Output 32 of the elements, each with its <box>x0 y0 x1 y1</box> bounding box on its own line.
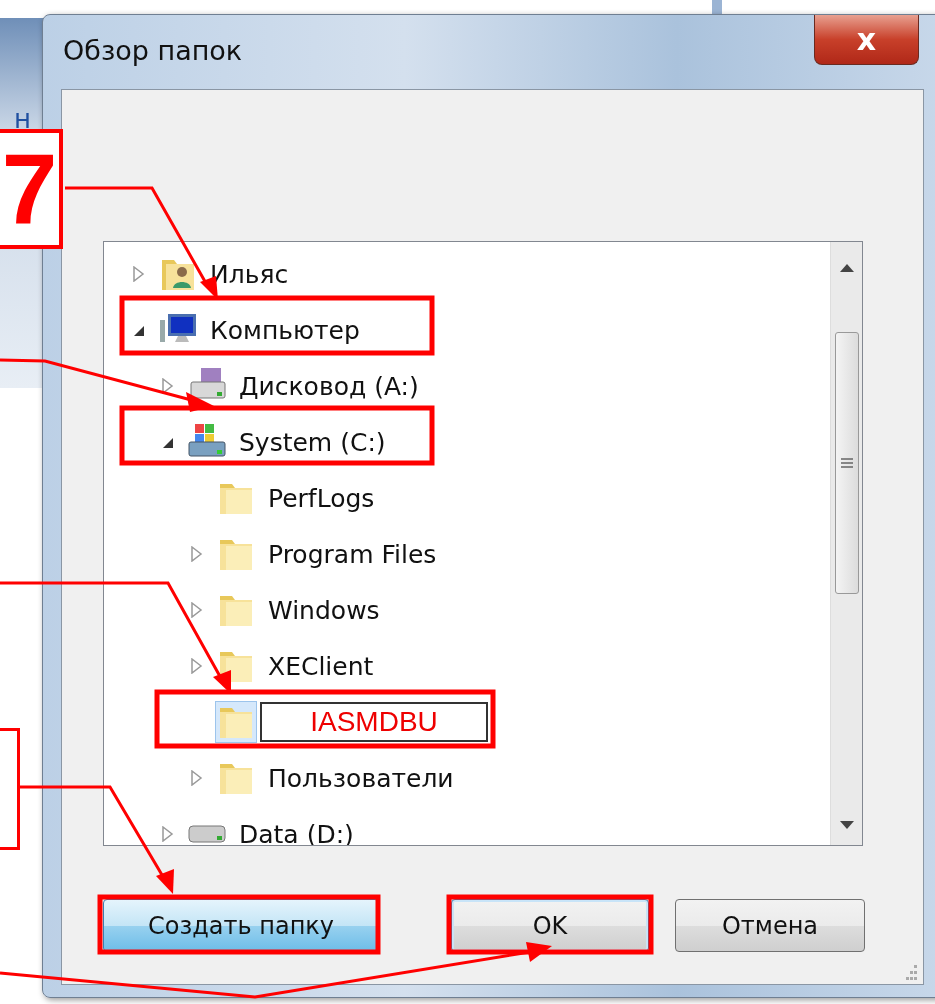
tree-item[interactable]: Дисковод (A:) <box>239 371 419 401</box>
tree-item[interactable]: Ильяс <box>210 259 289 289</box>
tree-item[interactable]: Компьютер <box>210 315 360 345</box>
drive-icon <box>188 825 226 843</box>
rename-field[interactable]: IASMDBU <box>260 702 488 742</box>
scroll-up-icon[interactable] <box>839 264 854 272</box>
expand-arrow-icon[interactable] <box>190 658 204 674</box>
step-number: 7 <box>1 139 58 239</box>
tree-item[interactable]: PerfLogs <box>268 483 375 513</box>
dialog-button[interactable]: Создать папку <box>103 899 379 952</box>
expand-arrow-icon[interactable] <box>161 826 175 842</box>
scroll-down-icon[interactable] <box>839 821 854 829</box>
close-button[interactable]: x <box>814 15 919 65</box>
expand-arrow-icon[interactable] <box>161 378 175 394</box>
window-text: н <box>14 104 31 134</box>
scrollbar-thumb[interactable] <box>834 332 859 594</box>
dialog-button[interactable]: Отмена <box>675 899 865 952</box>
scrollbar[interactable] <box>830 242 862 845</box>
expand-arrow-icon[interactable] <box>190 770 204 786</box>
expand-arrow-icon[interactable] <box>132 266 146 282</box>
tree-item[interactable]: Program Files <box>268 539 437 569</box>
dialog-button[interactable]: OK <box>451 899 649 952</box>
tree-item[interactable]: System (C:) <box>239 427 386 457</box>
folder-icon <box>216 702 256 742</box>
grip-icon <box>840 457 853 469</box>
tree-item[interactable]: Пользователи <box>268 763 454 793</box>
expand-arrow-icon[interactable] <box>190 602 204 618</box>
tree-item[interactable]: Windows <box>268 595 380 625</box>
expand-arrow-icon[interactable] <box>190 546 204 562</box>
window-title: Обзор папок <box>63 35 244 66</box>
tree-item[interactable]: Data (D:) <box>239 819 354 845</box>
tree-item[interactable]: XEClient <box>268 651 374 681</box>
